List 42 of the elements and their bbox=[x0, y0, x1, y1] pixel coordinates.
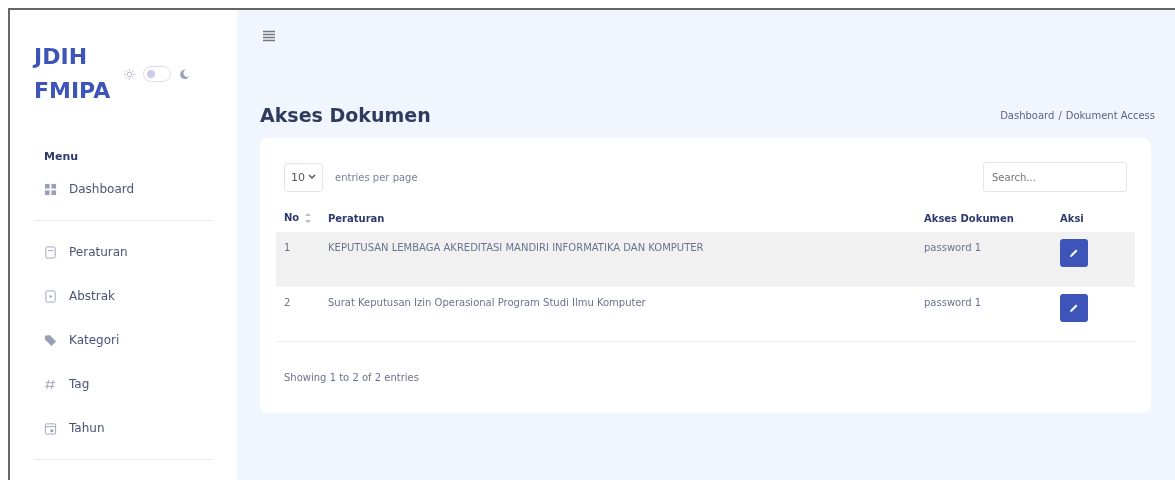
column-header[interactable]: Peraturan bbox=[328, 212, 385, 224]
table-cell: Surat Keputusan Izin Operasional Program Studi Ilmu Komputer bbox=[328, 297, 646, 308]
sidebar-item[interactable]: Abstrak bbox=[34, 274, 237, 318]
entries-label: entries per page bbox=[335, 171, 418, 183]
menu-icon[interactable] bbox=[262, 30, 276, 42]
tags-icon bbox=[44, 333, 57, 347]
file-icon bbox=[44, 289, 57, 303]
calendar-icon bbox=[44, 421, 57, 435]
page-title: Akses Dokumen bbox=[260, 104, 431, 126]
table-cell: password 1 bbox=[924, 297, 982, 308]
edit-button[interactable] bbox=[1060, 294, 1088, 322]
search-field[interactable]: Search... bbox=[983, 162, 1127, 192]
page-size-select[interactable]: 10 bbox=[284, 162, 323, 192]
sun-icon bbox=[124, 68, 136, 80]
sidebar-item[interactable]: Peraturan bbox=[34, 230, 237, 274]
entries-info: Showing 1 to 2 of 2 entries bbox=[284, 372, 420, 383]
chevron-icon bbox=[308, 174, 316, 180]
column-header[interactable]: No bbox=[284, 212, 300, 223]
menu-label: Menu bbox=[44, 150, 80, 163]
moon-icon bbox=[179, 68, 191, 80]
table-cell: 1 bbox=[284, 242, 291, 253]
table-cell: KEPUTUSAN LEMBAGA AKREDITASI MANDIRI INFORMATIKA DAN KOMPUTER bbox=[328, 242, 704, 253]
sidebar-item[interactable]: Kategori bbox=[34, 318, 237, 362]
hash-icon bbox=[44, 377, 57, 391]
grid-icon bbox=[44, 182, 57, 196]
column-header[interactable]: Akses Dokumen bbox=[924, 212, 1014, 224]
brand-logo[interactable]: JDIH FMIPA bbox=[34, 40, 111, 108]
table-cell: password 1 bbox=[924, 242, 982, 253]
theme-toggle[interactable] bbox=[143, 66, 172, 82]
table-cell: 2 bbox=[284, 297, 291, 308]
breadcrumb-link[interactable]: Dashboard bbox=[1000, 109, 1055, 121]
doc-icon bbox=[44, 245, 57, 259]
column-header[interactable]: Aksi bbox=[1060, 212, 1084, 224]
sidebar-item[interactable]: Dashboard bbox=[34, 167, 237, 211]
breadcrumb-item: Dokument Access bbox=[1065, 109, 1155, 121]
pencil-icon bbox=[1068, 247, 1080, 259]
table-row[interactable]: 2 Surat Keputusan Izin Operasional Program Studi Ilmu Komputer password 1 bbox=[276, 286, 1135, 342]
sidebar-item[interactable]: Tahun bbox=[34, 406, 237, 450]
pencil-icon bbox=[1068, 302, 1080, 314]
edit-button[interactable] bbox=[1060, 239, 1088, 267]
breadcrumb-item: / bbox=[1058, 109, 1062, 121]
sidebar-item[interactable]: Tag bbox=[34, 362, 237, 406]
